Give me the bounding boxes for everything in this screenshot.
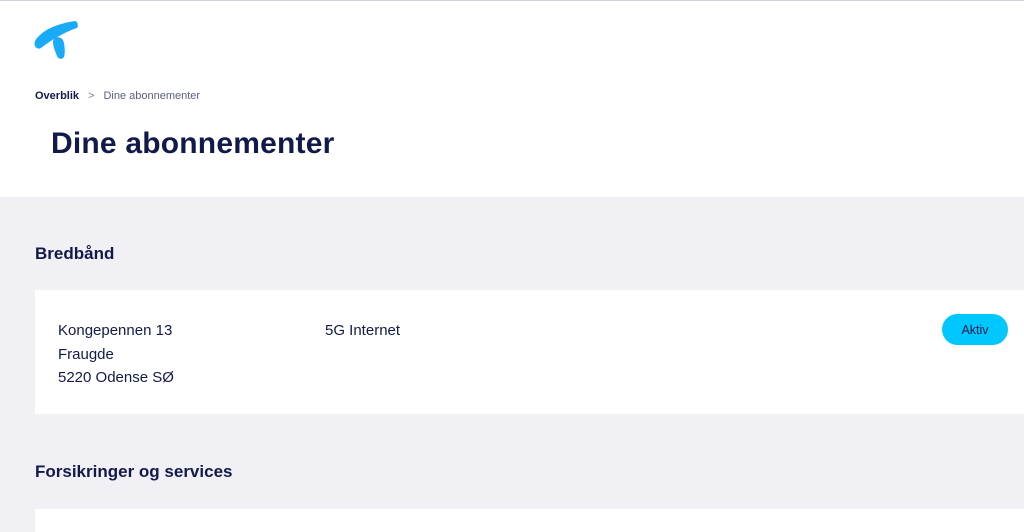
- breadcrumb-link-overblik[interactable]: Overblik: [35, 90, 79, 102]
- page-title: Dine abonnementer: [51, 127, 335, 160]
- section-title-forsikringer: Forsikringer og services: [35, 462, 233, 481]
- chevron-right-icon: >: [88, 90, 95, 102]
- breadcrumb: Overblik > Dine abonnementer: [35, 90, 200, 102]
- address-line-city: Fraugde: [58, 345, 114, 363]
- address-line-postal: 5220 Odense SØ: [58, 369, 174, 386]
- breadcrumb-current: Dine abonnementer: [103, 90, 201, 102]
- subscription-product: 5G Internet: [325, 322, 401, 339]
- telenor-logo-icon[interactable]: [33, 16, 79, 60]
- status-badge: Aktiv: [942, 314, 1008, 345]
- section-title-bredband: Bredbånd: [35, 244, 115, 263]
- subscription-card-bredband[interactable]: Kongepennen 13 Fraugde 5220 Odense SØ 5G…: [35, 290, 1024, 414]
- subscription-address: Kongepennen 13 Fraugde 5220 Odense SØ: [58, 319, 174, 390]
- page-header: Overblik > Dine abonnementer Dine abonne…: [0, 1, 1024, 197]
- services-card[interactable]: [35, 509, 1024, 532]
- address-line-street: Kongepennen 13: [58, 322, 173, 339]
